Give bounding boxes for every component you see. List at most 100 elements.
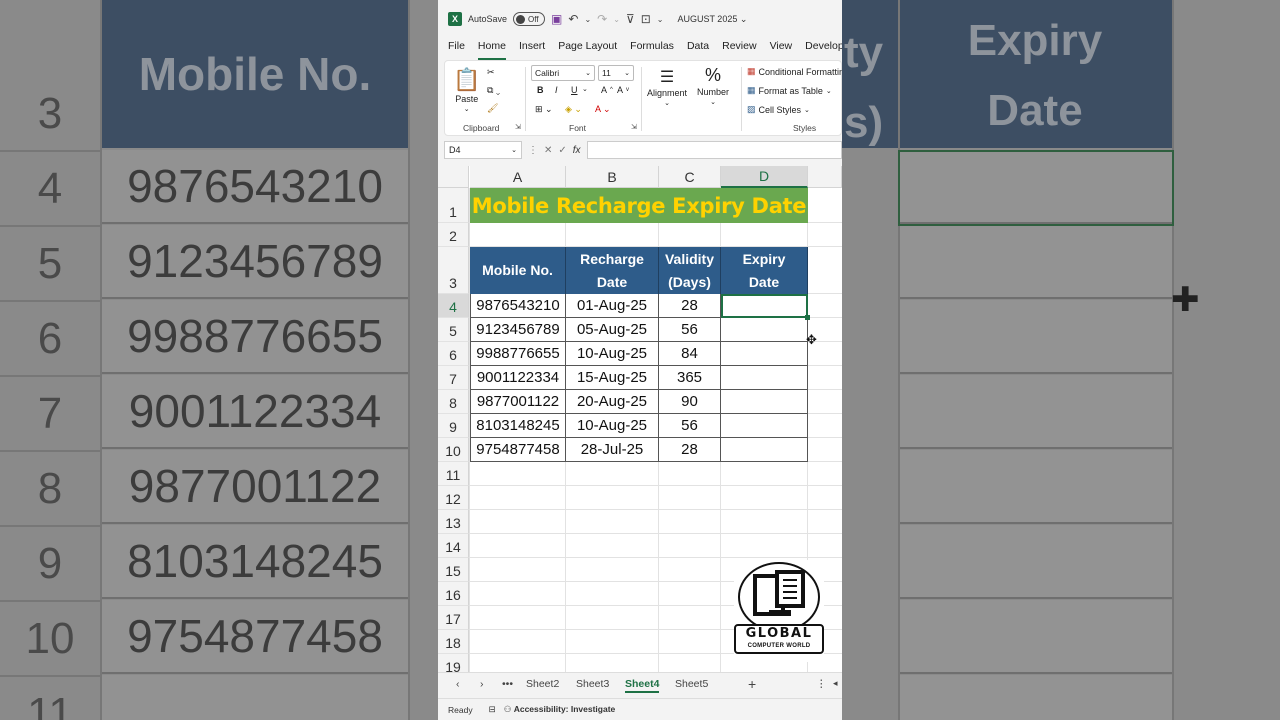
customize-toolbar-icon[interactable]: ⌄ <box>657 15 664 24</box>
fill-color-icon[interactable]: ◈ ⌄ <box>565 104 582 115</box>
table-cell-date[interactable]: 01-Aug-25 <box>566 294 659 318</box>
table-cell-mobile[interactable]: 8103148245 <box>470 414 566 438</box>
sheet-tab-sheet2[interactable]: Sheet2 <box>526 678 559 690</box>
ribbon-tab-insert[interactable]: Insert <box>519 40 545 60</box>
table-header-recharge-date[interactable]: Recharge Date <box>566 247 659 294</box>
table-cell-expiry[interactable] <box>721 414 808 438</box>
row-header-18[interactable]: 18 <box>438 630 469 654</box>
sheet-title[interactable]: Mobile Recharge Expiry Date <box>470 188 808 223</box>
table-cell-expiry[interactable] <box>721 390 808 414</box>
table-cell-mobile[interactable]: 9876543210 <box>470 294 566 318</box>
copy-icon[interactable]: ⧉ ⌄ <box>487 85 500 96</box>
column-header-b[interactable]: B <box>566 166 659 188</box>
italic-button[interactable]: I <box>555 85 558 95</box>
column-header-c[interactable]: C <box>659 166 721 188</box>
ribbon-tab-page-layout[interactable]: Page Layout <box>558 40 617 60</box>
save-icon[interactable]: ▣ <box>551 12 562 26</box>
filter-icon[interactable]: ⊽ <box>626 12 635 26</box>
conditional-formatting-button[interactable]: ▦ Conditional Formattin <box>747 66 842 77</box>
number-button[interactable]: % Number ⌄ <box>697 65 729 106</box>
cancel-icon[interactable]: ✕ <box>544 145 552 156</box>
table-cell-expiry[interactable] <box>721 318 808 342</box>
table-header-mobile[interactable]: Mobile No. <box>470 247 566 294</box>
worksheet-grid[interactable]: A B C D 1 2 3 4 5 6 7 8 9 10 11 12 13 14 15 16 17 18 19 Mobile … <box>438 166 842 672</box>
format-as-table-button[interactable]: ▦ Format as Table ⌄ <box>747 85 832 96</box>
row-header-4[interactable]: 4 <box>438 294 469 318</box>
scroll-bar-left-icon[interactable]: ◂ <box>833 678 838 689</box>
select-all-corner[interactable] <box>438 166 469 188</box>
font-color-icon[interactable]: A ⌄ <box>595 104 611 115</box>
increase-font-icon[interactable]: A ^ <box>601 85 613 95</box>
table-cell-expiry[interactable] <box>721 366 808 390</box>
row-header-17[interactable]: 17 <box>438 606 469 630</box>
row-header-5[interactable]: 5 <box>438 318 469 342</box>
column-header-a[interactable]: A <box>470 166 566 188</box>
row-header-14[interactable]: 14 <box>438 534 469 558</box>
clipboard-launcher-icon[interactable]: ⇲ <box>515 123 521 131</box>
row-header-9[interactable]: 9 <box>438 414 469 438</box>
formula-input[interactable] <box>586 141 842 159</box>
paste-button[interactable]: 📋 Paste ⌄ <box>453 67 480 113</box>
name-box[interactable]: D4 ⌄ <box>444 141 522 159</box>
ribbon-tab-file[interactable]: File <box>448 40 465 60</box>
ribbon-tab-home[interactable]: Home <box>477 40 506 60</box>
table-cell-date[interactable]: 15-Aug-25 <box>566 366 659 390</box>
file-title[interactable]: AUGUST 2025 ⌄ <box>677 14 747 25</box>
redo-icon[interactable]: ↷ <box>597 12 607 26</box>
row-header-6[interactable]: 6 <box>438 342 469 366</box>
row-header-13[interactable]: 13 <box>438 510 469 534</box>
tabs-options-icon[interactable]: ⋮ <box>816 678 827 690</box>
redo-dropdown-icon[interactable]: ⌄ <box>613 15 620 24</box>
underline-dropdown-icon[interactable]: ⌄ <box>582 85 588 93</box>
table-cell-mobile[interactable]: 9877001122 <box>470 390 566 414</box>
row-header-2[interactable]: 2 <box>438 223 469 247</box>
accessibility-status[interactable]: ⚇ Accessibility: Investigate <box>504 704 616 715</box>
table-cell-date[interactable]: 28-Jul-25 <box>566 438 659 462</box>
cell-styles-button[interactable]: ▨ Cell Styles ⌄ <box>747 104 810 115</box>
format-painter-icon[interactable]: 🖌 <box>487 103 498 114</box>
undo-icon[interactable]: ↶ <box>568 12 578 26</box>
bold-button[interactable]: B <box>537 85 544 95</box>
scroll-left-icon[interactable]: ‹ <box>456 678 460 690</box>
ribbon-tab-review[interactable]: Review <box>722 40 756 60</box>
table-cell-expiry[interactable] <box>721 342 808 366</box>
more-sheets-icon[interactable]: ••• <box>502 678 513 690</box>
table-cell-date[interactable]: 05-Aug-25 <box>566 318 659 342</box>
table-cell-days[interactable]: 28 <box>659 294 721 318</box>
sheet-tab-sheet5[interactable]: Sheet5 <box>675 678 708 690</box>
decrease-font-icon[interactable]: Av <box>617 85 629 95</box>
table-cell-days[interactable]: 365 <box>659 366 721 390</box>
enter-icon[interactable]: ✓ <box>558 145 566 156</box>
table-header-expiry-date[interactable]: Expiry Date <box>721 247 808 294</box>
table-cell-expiry[interactable] <box>721 438 808 462</box>
font-name-select[interactable]: Calibri ⌄ <box>531 65 595 81</box>
row-header-15[interactable]: 15 <box>438 558 469 582</box>
row-header-1[interactable]: 1 <box>438 188 469 223</box>
sheet-tab-sheet3[interactable]: Sheet3 <box>576 678 609 690</box>
row-header-19[interactable]: 19 <box>438 654 469 672</box>
row-header-3[interactable]: 3 <box>438 247 469 294</box>
table-cell-date[interactable]: 10-Aug-25 <box>566 342 659 366</box>
table-cell-days[interactable]: 56 <box>659 318 721 342</box>
sheet-tab-sheet4[interactable]: Sheet4 <box>625 678 660 693</box>
insert-function-icon[interactable]: fx <box>573 145 581 156</box>
row-header-10[interactable]: 10 <box>438 438 469 462</box>
autosave-toggle[interactable]: Off <box>513 12 546 26</box>
ribbon-tab-view[interactable]: View <box>770 40 793 60</box>
table-cell-days[interactable]: 28 <box>659 438 721 462</box>
font-launcher-icon[interactable]: ⇲ <box>631 123 637 131</box>
table-cell-days[interactable]: 84 <box>659 342 721 366</box>
table-header-validity[interactable]: Validity (Days) <box>659 247 721 294</box>
active-cell-selection[interactable] <box>721 294 808 318</box>
ribbon-tab-develop[interactable]: Develop <box>805 40 842 60</box>
borders-icon[interactable]: ⊞ ⌄ <box>535 104 553 115</box>
table-cell-mobile[interactable]: 9754877458 <box>470 438 566 462</box>
table-cell-date[interactable]: 10-Aug-25 <box>566 414 659 438</box>
macro-record-icon[interactable]: ⊟ <box>489 704 496 715</box>
undo-dropdown-icon[interactable]: ⌄ <box>584 15 591 24</box>
table-cell-mobile[interactable]: 9123456789 <box>470 318 566 342</box>
fill-handle[interactable] <box>805 315 810 320</box>
ribbon-tab-data[interactable]: Data <box>687 40 709 60</box>
scroll-right-icon[interactable]: › <box>480 678 484 690</box>
font-size-select[interactable]: 11 ⌄ <box>598 65 634 81</box>
